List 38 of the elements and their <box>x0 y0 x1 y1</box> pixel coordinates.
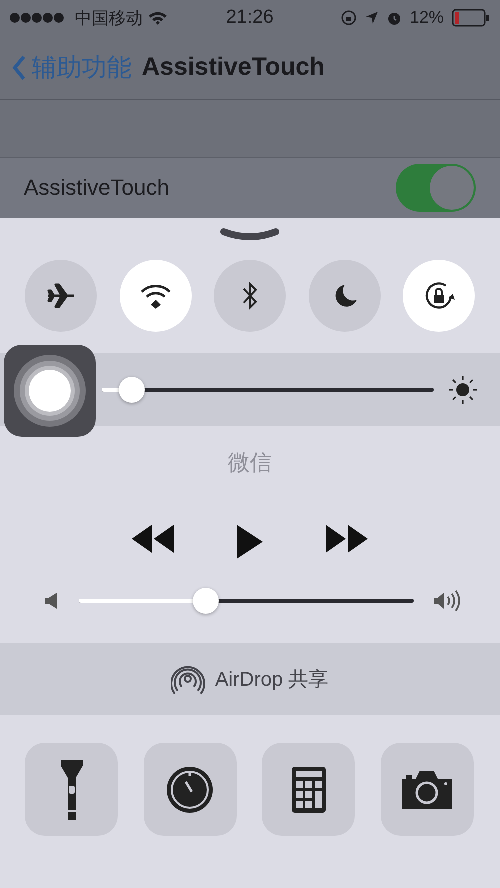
home-circle-icon <box>12 353 88 429</box>
airdrop-label: AirDrop 共享 <box>215 668 329 692</box>
battery-icon <box>452 9 490 27</box>
location-arrow-icon <box>364 11 379 25</box>
toggle-switch[interactable] <box>396 164 476 212</box>
play-icon[interactable] <box>236 525 264 559</box>
wifi-icon <box>140 283 172 309</box>
volume-slider[interactable] <box>79 587 414 615</box>
setting-label: AssistiveTouch <box>24 175 170 201</box>
carrier-name: 中国移动 <box>75 8 143 30</box>
rewind-icon[interactable] <box>130 525 174 553</box>
timer-button[interactable] <box>144 743 237 836</box>
airplane-icon <box>46 281 76 311</box>
now-playing-title: 微信 <box>227 449 273 477</box>
wifi-icon <box>148 10 168 26</box>
rotation-lock-icon <box>340 10 357 26</box>
pull-handle-icon[interactable] <box>220 228 280 242</box>
clock-time: 21:26 <box>226 7 274 29</box>
fast-forward-icon[interactable] <box>326 525 370 553</box>
calculator-button[interactable] <box>262 743 356 836</box>
sun-icon <box>448 374 478 404</box>
page-title: AssistiveTouch <box>142 53 325 82</box>
speaker-low-icon <box>45 593 59 609</box>
timer-icon <box>166 766 214 814</box>
brightness-slider[interactable] <box>102 376 434 404</box>
camera-button[interactable] <box>380 743 474 836</box>
battery-percent: 12% <box>410 8 444 28</box>
slider-thumb[interactable] <box>193 588 220 614</box>
calculator-icon <box>292 766 326 812</box>
camera-icon <box>402 770 452 808</box>
airdrop-button[interactable]: AirDrop 共享 <box>0 643 500 715</box>
speaker-loud-icon <box>434 590 462 612</box>
chevron-left-icon <box>12 54 26 80</box>
flashlight-button[interactable] <box>25 743 118 836</box>
slider-thumb[interactable] <box>118 376 145 402</box>
flashlight-icon <box>60 760 84 820</box>
alarm-icon <box>386 10 402 26</box>
assistive-touch-button[interactable] <box>4 345 96 437</box>
